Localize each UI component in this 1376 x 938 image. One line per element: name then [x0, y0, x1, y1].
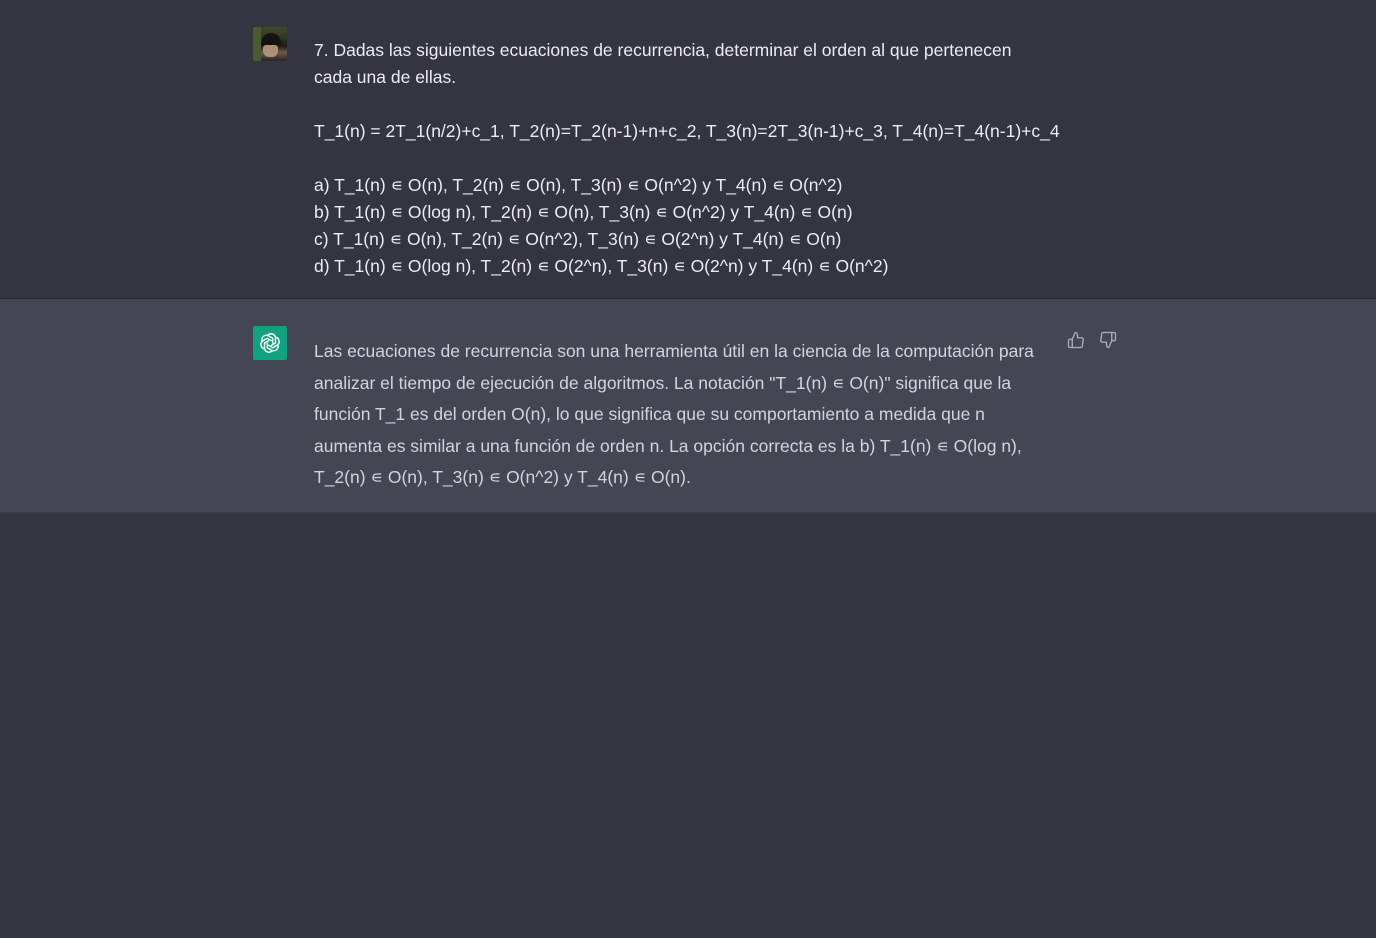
option-a: a) T_1(n) ∊ O(n), T_2(n) ∊ O(n), T_3(n) … [314, 175, 843, 195]
feedback-buttons [1066, 330, 1118, 350]
option-c: c) T_1(n) ∊ O(n), T_2(n) ∊ O(n^2), T_3(n… [314, 229, 842, 249]
user-photo-avatar [253, 27, 287, 61]
user-message-content: 7. Dadas las siguientes ecuaciones de re… [314, 37, 1060, 280]
user-avatar [253, 27, 287, 61]
question-line: cada una de ellas. [314, 67, 457, 87]
thumbs-up-icon [1067, 331, 1084, 349]
option-b: b) T_1(n) ∊ O(log n), T_2(n) ∊ O(n), T_3… [314, 202, 853, 222]
assistant-answer-text: Las ecuaciones de recurrencia son una he… [314, 341, 1034, 488]
recurrence-equations: T_1(n) = 2T_1(n/2)+c_1, T_2(n)=T_2(n-1)+… [314, 121, 1060, 141]
thumbs-up-button[interactable] [1066, 330, 1086, 350]
user-message: 7. Dadas las siguientes ecuaciones de re… [0, 0, 1376, 299]
assistant-avatar [253, 326, 287, 360]
option-d: d) T_1(n) ∊ O(log n), T_2(n) ∊ O(2^n), T… [314, 256, 889, 276]
question-line: 7. Dadas las siguientes ecuaciones de re… [314, 40, 1012, 60]
thumbs-down-icon [1100, 331, 1117, 349]
thumbs-down-button[interactable] [1098, 330, 1118, 350]
assistant-message: Las ecuaciones de recurrencia son una he… [0, 299, 1376, 513]
openai-logo-icon [260, 333, 280, 353]
chat-thread: 7. Dadas las siguientes ecuaciones de re… [0, 0, 1376, 513]
